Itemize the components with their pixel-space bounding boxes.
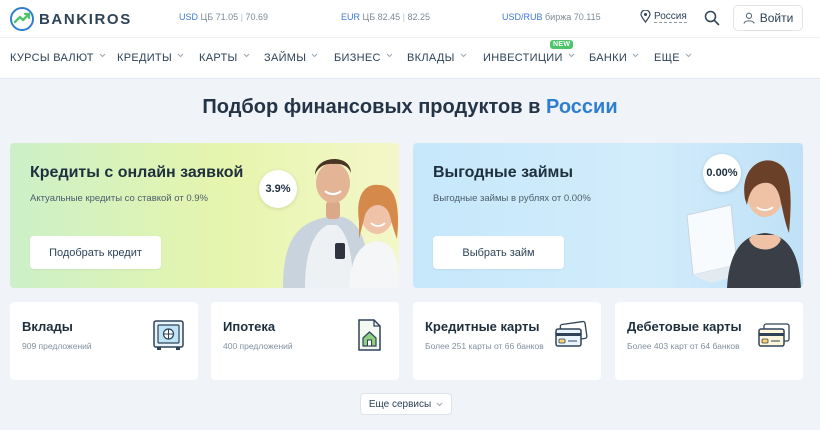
nav-item-label: КУРСЫ ВАЛЮТ	[10, 52, 94, 64]
promo-card-credits[interactable]: Кредиты с онлайн заявкой Актуальные кред…	[10, 143, 399, 288]
rate-usdrub-value: 70.115	[573, 12, 601, 22]
logo[interactable]: BANKIROS	[10, 7, 132, 31]
rate-eur-source: ЦБ	[362, 12, 376, 22]
promo-title: Кредиты с онлайн заявкой	[30, 164, 244, 181]
product-card-title: Кредитные карты	[425, 319, 540, 334]
product-card-title: Дебетовые карты	[627, 319, 742, 334]
product-card-subtitle: 400 предложений	[223, 341, 293, 351]
rate-eur: EUR ЦБ 82.45 | 82.25	[341, 12, 431, 22]
rate-eur-currency: EUR	[341, 12, 361, 22]
chevron-down-icon	[243, 53, 249, 58]
safe-icon	[153, 320, 184, 350]
nav-item-investments[interactable]: ИНВЕСТИЦИИ	[483, 52, 575, 64]
chevron-down-icon	[177, 53, 184, 58]
rate-usdrub-currency: USD/RUB	[502, 12, 543, 22]
chevron-down-icon	[685, 53, 692, 58]
promo-subtitle: Выгодные займы в рублях от 0.00%	[433, 193, 591, 204]
woman-laptop-illustration	[686, 160, 801, 288]
nav-item-loans[interactable]: ЗАЙМЫ	[264, 52, 318, 64]
nav-item-banks[interactable]: БАНКИ	[589, 52, 639, 64]
page-title-text: Подбор финансовых продуктов в	[202, 96, 541, 118]
promo-rate-bubble: 0.00%	[703, 154, 741, 192]
chevron-down-icon	[460, 53, 467, 58]
promo-subtitle: Актуальные кредиты со ставкой от 0.9%	[30, 193, 208, 204]
product-card-title: Ипотека	[223, 319, 276, 334]
rate-usdrub: USD/RUB биржа 70.115	[502, 12, 601, 22]
product-card-subtitle: 909 предложений	[22, 341, 92, 351]
more-services-button[interactable]: Еще сервисы	[360, 393, 452, 415]
nav-item-credits[interactable]: КРЕДИТЫ	[117, 52, 184, 64]
debit-card-icon	[758, 323, 790, 347]
rate-eur-buy: 82.45	[377, 12, 401, 22]
product-card-mortgage[interactable]: Ипотека 400 предложений	[211, 302, 399, 380]
pick-credit-button[interactable]: Подобрать кредит	[30, 236, 161, 269]
pick-loan-button[interactable]: Выбрать займ	[433, 236, 564, 269]
nav-item-label: БИЗНЕС	[334, 52, 381, 64]
nav-item-currency[interactable]: КУРСЫ ВАЛЮТ	[10, 52, 106, 64]
nav-item-label: КАРТЫ	[199, 52, 238, 64]
rate-usd-buy: 71.05	[215, 12, 239, 22]
nav-item-label: ЗАЙМЫ	[264, 52, 307, 64]
promo-card-loans[interactable]: Выгодные займы Выгодные займы в рублях о…	[413, 143, 803, 288]
rate-usd-sell: 70.69	[245, 12, 269, 22]
rate-usd-currency: USD	[179, 12, 199, 22]
chevron-down-icon	[436, 402, 443, 406]
couple-photo-illustration	[283, 158, 399, 288]
nav-item-label: КРЕДИТЫ	[117, 52, 172, 64]
logo-icon	[10, 7, 34, 31]
chevron-down-icon	[632, 53, 639, 58]
chevron-down-icon	[311, 53, 318, 58]
search-icon	[704, 10, 720, 26]
product-card-debit-cards[interactable]: Дебетовые карты Более 403 карт от 64 бан…	[615, 302, 803, 380]
search-button[interactable]	[704, 10, 720, 26]
page-title: Подбор финансовых продуктов в России	[0, 96, 820, 119]
credit-card-icon	[555, 320, 588, 347]
product-card-deposits[interactable]: Вклады 909 предложений	[10, 302, 198, 380]
rate-usd-source: ЦБ	[200, 12, 214, 22]
house-document-icon	[358, 319, 381, 351]
chevron-down-icon	[568, 53, 575, 58]
region-label: Россия	[654, 10, 687, 23]
nav-item-business[interactable]: БИЗНЕС	[334, 52, 393, 64]
user-icon	[743, 12, 755, 24]
top-bar: BANKIROS USD ЦБ 71.05 | 70.69 EUR ЦБ 82.…	[0, 0, 820, 37]
login-label: Войти	[759, 11, 794, 25]
nav-item-deposits[interactable]: ВКЛАДЫ	[407, 52, 467, 64]
nav-item-label: ИНВЕСТИЦИИ	[483, 52, 563, 64]
nav-item-more[interactable]: ЕЩЕ	[654, 52, 692, 64]
new-badge: NEW	[550, 40, 574, 49]
logo-text: BANKIROS	[39, 10, 132, 28]
nav-item-label: БАНКИ	[589, 52, 628, 64]
product-card-credit-cards[interactable]: Кредитные карты Более 251 карты от 66 ба…	[413, 302, 601, 380]
region-selector[interactable]: Россия	[640, 10, 687, 23]
product-card-title: Вклады	[22, 319, 73, 334]
main-nav: КУРСЫ ВАЛЮТ КРЕДИТЫ КАРТЫ ЗАЙМЫ БИЗНЕС В…	[0, 37, 820, 79]
product-card-subtitle: Более 251 карты от 66 банков	[425, 341, 544, 351]
promo-rate-bubble: 3.9%	[259, 170, 297, 208]
nav-item-label: ЕЩЕ	[654, 52, 680, 64]
more-services-label: Еще сервисы	[368, 398, 432, 410]
chevron-down-icon	[99, 53, 106, 58]
chevron-down-icon	[386, 53, 393, 58]
rate-usd: USD ЦБ 71.05 | 70.69	[179, 12, 269, 22]
product-card-subtitle: Более 403 карт от 64 банков	[627, 341, 740, 351]
login-button[interactable]: Войти	[733, 5, 803, 31]
nav-item-cards[interactable]: КАРТЫ	[199, 52, 250, 64]
rate-eur-sell: 82.25	[407, 12, 431, 22]
location-pin-icon	[640, 10, 651, 23]
promo-title: Выгодные займы	[433, 164, 574, 181]
page-title-accent: России	[545, 96, 618, 118]
rate-usdrub-source: биржа	[545, 12, 572, 22]
nav-item-label: ВКЛАДЫ	[407, 52, 455, 64]
